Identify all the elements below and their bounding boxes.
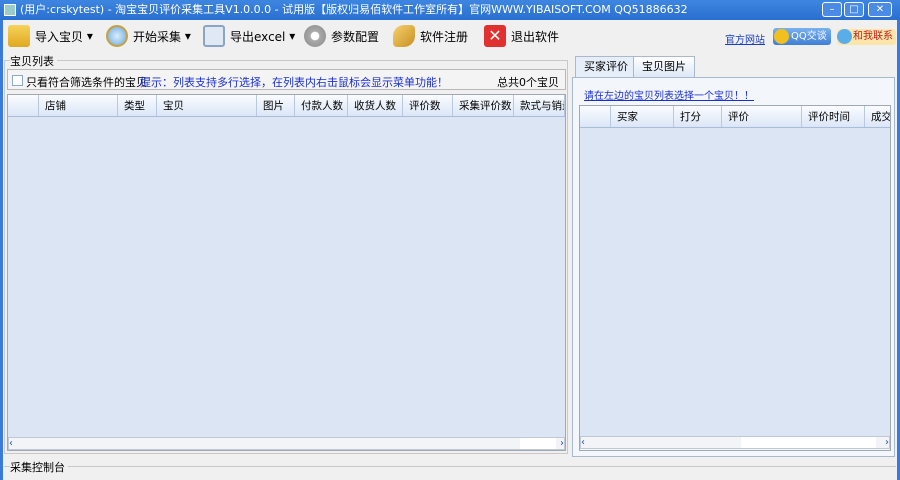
column-header[interactable]: 评价数: [403, 95, 453, 116]
save-icon: [203, 25, 225, 47]
minimize-button[interactable]: –: [822, 2, 842, 17]
app-icon: [4, 4, 16, 16]
maximize-button[interactable]: □: [844, 2, 864, 17]
column-header[interactable]: 成交: [865, 106, 890, 127]
title-bar: (用户:crskytest) - 淘宝宝贝评价采集工具V1.0.0.0 - 试用…: [0, 0, 900, 20]
chevron-down-icon: ▾: [86, 29, 93, 43]
qq-icon: [774, 29, 789, 44]
column-header[interactable]: 宝贝: [157, 95, 257, 116]
magnifier-icon: [106, 25, 128, 47]
official-site-link[interactable]: 官方网站: [725, 31, 765, 46]
contact-icon: [837, 29, 852, 44]
export-excel-button[interactable]: 导出excel ▾: [203, 24, 295, 48]
review-grid[interactable]: 买家 打分 评价 评价时间 成交 ‹ ›: [579, 105, 891, 451]
tab-item-images[interactable]: 宝贝图片: [633, 56, 695, 77]
column-header[interactable]: 类型: [118, 95, 157, 116]
import-button[interactable]: 导入宝贝 ▾: [8, 24, 93, 48]
close-window-button[interactable]: ✕: [868, 2, 892, 17]
console-divider: [4, 466, 896, 467]
item-grid-header: 店铺 类型 宝贝 图片 付款人数 收货人数 评价数 采集评价数 款式与销量: [8, 95, 565, 117]
exit-label: 退出软件: [511, 29, 560, 44]
import-label: 导入宝贝: [35, 29, 84, 44]
column-header[interactable]: 图片: [257, 95, 295, 116]
column-header[interactable]: 买家: [611, 106, 674, 127]
qq-chat-button[interactable]: QQ交谈: [773, 28, 831, 45]
contact-label: 和我联系: [853, 31, 893, 42]
key-icon: [393, 25, 415, 47]
scroll-right-icon[interactable]: ›: [885, 437, 889, 448]
folder-import-icon: [8, 25, 30, 47]
tab-buyer-reviews[interactable]: 买家评价: [575, 56, 637, 78]
item-grid[interactable]: 店铺 类型 宝贝 图片 付款人数 收货人数 评价数 采集评价数 款式与销量 ‹›: [7, 94, 566, 451]
total-count: 总共0个宝贝: [497, 76, 559, 89]
column-header[interactable]: 采集评价数: [453, 95, 514, 116]
scroll-thumb[interactable]: [520, 438, 556, 449]
filter-label[interactable]: 只看符合筛选条件的宝贝: [26, 74, 147, 90]
column-header[interactable]: 评价时间: [802, 106, 865, 127]
chevron-down-icon: ▾: [289, 29, 296, 43]
column-header[interactable]: 店铺: [39, 95, 118, 116]
close-icon: ✕: [484, 25, 506, 47]
exit-button[interactable]: ✕ 退出软件: [484, 24, 559, 48]
qq-label: QQ交谈: [791, 31, 827, 42]
contact-button[interactable]: 和我联系: [837, 29, 896, 45]
hint-text: 提示：列表支持多行选择，在列表内右击鼠标会显示菜单功能！: [140, 76, 448, 89]
export-label: 导出excel: [230, 29, 286, 44]
gear-icon: [304, 25, 326, 47]
start-collect-button[interactable]: 开始采集 ▾: [106, 24, 191, 48]
review-grid-header: 买家 打分 评价 评价时间 成交: [580, 106, 890, 128]
scroll-right-icon[interactable]: ›: [560, 438, 564, 449]
register-button[interactable]: 软件注册: [393, 24, 468, 48]
review-grid-body[interactable]: [580, 128, 890, 436]
column-header[interactable]: 评价: [722, 106, 802, 127]
register-label: 软件注册: [420, 29, 469, 44]
settings-button[interactable]: 参数配置: [304, 24, 379, 48]
window-title: (用户:crskytest) - 淘宝宝贝评价采集工具V1.0.0.0 - 试用…: [20, 3, 688, 16]
column-header[interactable]: 打分: [674, 106, 722, 127]
select-item-prompt[interactable]: 请在左边的宝贝列表选择一个宝贝！！: [584, 87, 754, 102]
scroll-left-icon[interactable]: ‹: [581, 437, 585, 448]
item-list-title: 宝贝列表: [10, 53, 57, 69]
chevron-down-icon: ▾: [184, 29, 191, 43]
row-header-corner: [580, 106, 611, 127]
item-grid-body[interactable]: [8, 117, 565, 437]
scroll-thumb[interactable]: [741, 437, 876, 448]
column-header[interactable]: 收货人数: [348, 95, 403, 116]
filter-checkbox[interactable]: [12, 75, 23, 86]
settings-label: 参数配置: [331, 29, 380, 44]
start-label: 开始采集: [133, 29, 182, 44]
column-header[interactable]: 付款人数: [295, 95, 348, 116]
horizontal-scrollbar[interactable]: ‹ ›: [580, 436, 890, 449]
console-title: 采集控制台: [10, 459, 68, 475]
scroll-left-icon[interactable]: ‹: [9, 438, 13, 449]
column-header[interactable]: 款式与销量: [514, 95, 565, 116]
row-header-corner: [8, 95, 39, 116]
filter-bar: 只看符合筛选条件的宝贝 提示：列表支持多行选择，在列表内右击鼠标会显示菜单功能！…: [7, 69, 566, 90]
horizontal-scrollbar[interactable]: ‹ ›: [8, 437, 565, 450]
